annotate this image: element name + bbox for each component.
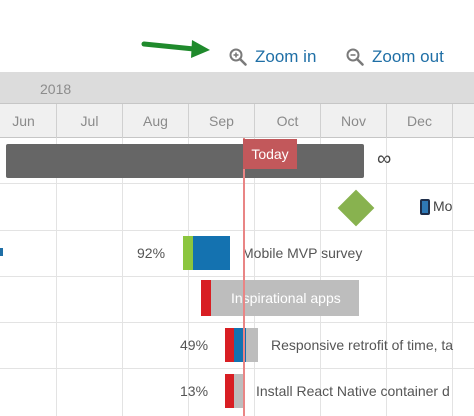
month-dec: Dec xyxy=(386,104,452,138)
month-aug: Aug xyxy=(122,104,188,138)
month-header: Jun Jul Aug Sep Oct Nov Dec xyxy=(0,104,474,138)
zoom-in-label: Zoom in xyxy=(255,47,317,66)
zoom-in-button[interactable]: Zoom in xyxy=(229,44,316,70)
gantt-body: ∞ Mo 92% Mobile MVP survey Inspirational… xyxy=(0,138,474,416)
month-next xyxy=(452,104,474,138)
grid-line xyxy=(56,138,57,416)
row-divider xyxy=(0,183,474,184)
zoom-in-icon xyxy=(229,48,247,66)
zoom-out-label: Zoom out xyxy=(372,47,444,66)
task-critical-segment[interactable] xyxy=(201,280,211,316)
task-percent: 92% xyxy=(137,245,166,261)
row-divider xyxy=(0,276,474,277)
row-divider xyxy=(0,322,474,323)
task-bar[interactable] xyxy=(193,236,230,270)
green-arrow-icon xyxy=(141,40,210,58)
task-label: Inspirational apps xyxy=(231,290,341,306)
task-percent: 49% xyxy=(180,337,209,353)
task-label: Mobile MVP survey xyxy=(242,245,363,261)
milestone-label-wrap: Mo xyxy=(420,198,453,216)
milestone-label: Mo xyxy=(433,198,453,214)
zoom-out-icon xyxy=(346,48,364,66)
month-sep: Sep xyxy=(188,104,254,138)
task-bar[interactable] xyxy=(246,328,258,362)
task-percent: 13% xyxy=(180,383,209,399)
grid-line xyxy=(254,138,255,416)
mobile-phone-icon xyxy=(420,199,430,216)
grid-line xyxy=(452,138,453,416)
grid-line xyxy=(320,138,321,416)
month-jun: Jun xyxy=(0,104,56,138)
year-label: 2018 xyxy=(40,81,72,97)
today-label: Today xyxy=(243,139,297,169)
infinity-symbol: ∞ xyxy=(377,148,392,170)
zoom-out-button[interactable]: Zoom out xyxy=(346,44,444,70)
task-critical-segment[interactable] xyxy=(225,328,234,362)
grid-line xyxy=(386,138,387,416)
row-divider xyxy=(0,368,474,369)
task-label: Responsive retrofit of time, ta xyxy=(271,337,454,353)
summary-bar[interactable] xyxy=(6,144,364,178)
task-progress-green[interactable] xyxy=(183,236,193,270)
milestone-diamond[interactable] xyxy=(337,189,375,227)
grid-line xyxy=(188,138,189,416)
row-divider xyxy=(0,230,474,231)
month-nov: Nov xyxy=(320,104,386,138)
month-oct: Oct xyxy=(254,104,320,138)
year-header: 2018 xyxy=(0,72,474,104)
dependency-link-marker xyxy=(0,248,3,256)
grid-line xyxy=(122,138,123,416)
task-label: Install React Native container d xyxy=(256,383,450,399)
toolbar: Zoom in Zoom out xyxy=(0,0,474,72)
today-line xyxy=(243,138,245,416)
task-critical-segment[interactable] xyxy=(225,374,234,408)
month-jul: Jul xyxy=(56,104,122,138)
